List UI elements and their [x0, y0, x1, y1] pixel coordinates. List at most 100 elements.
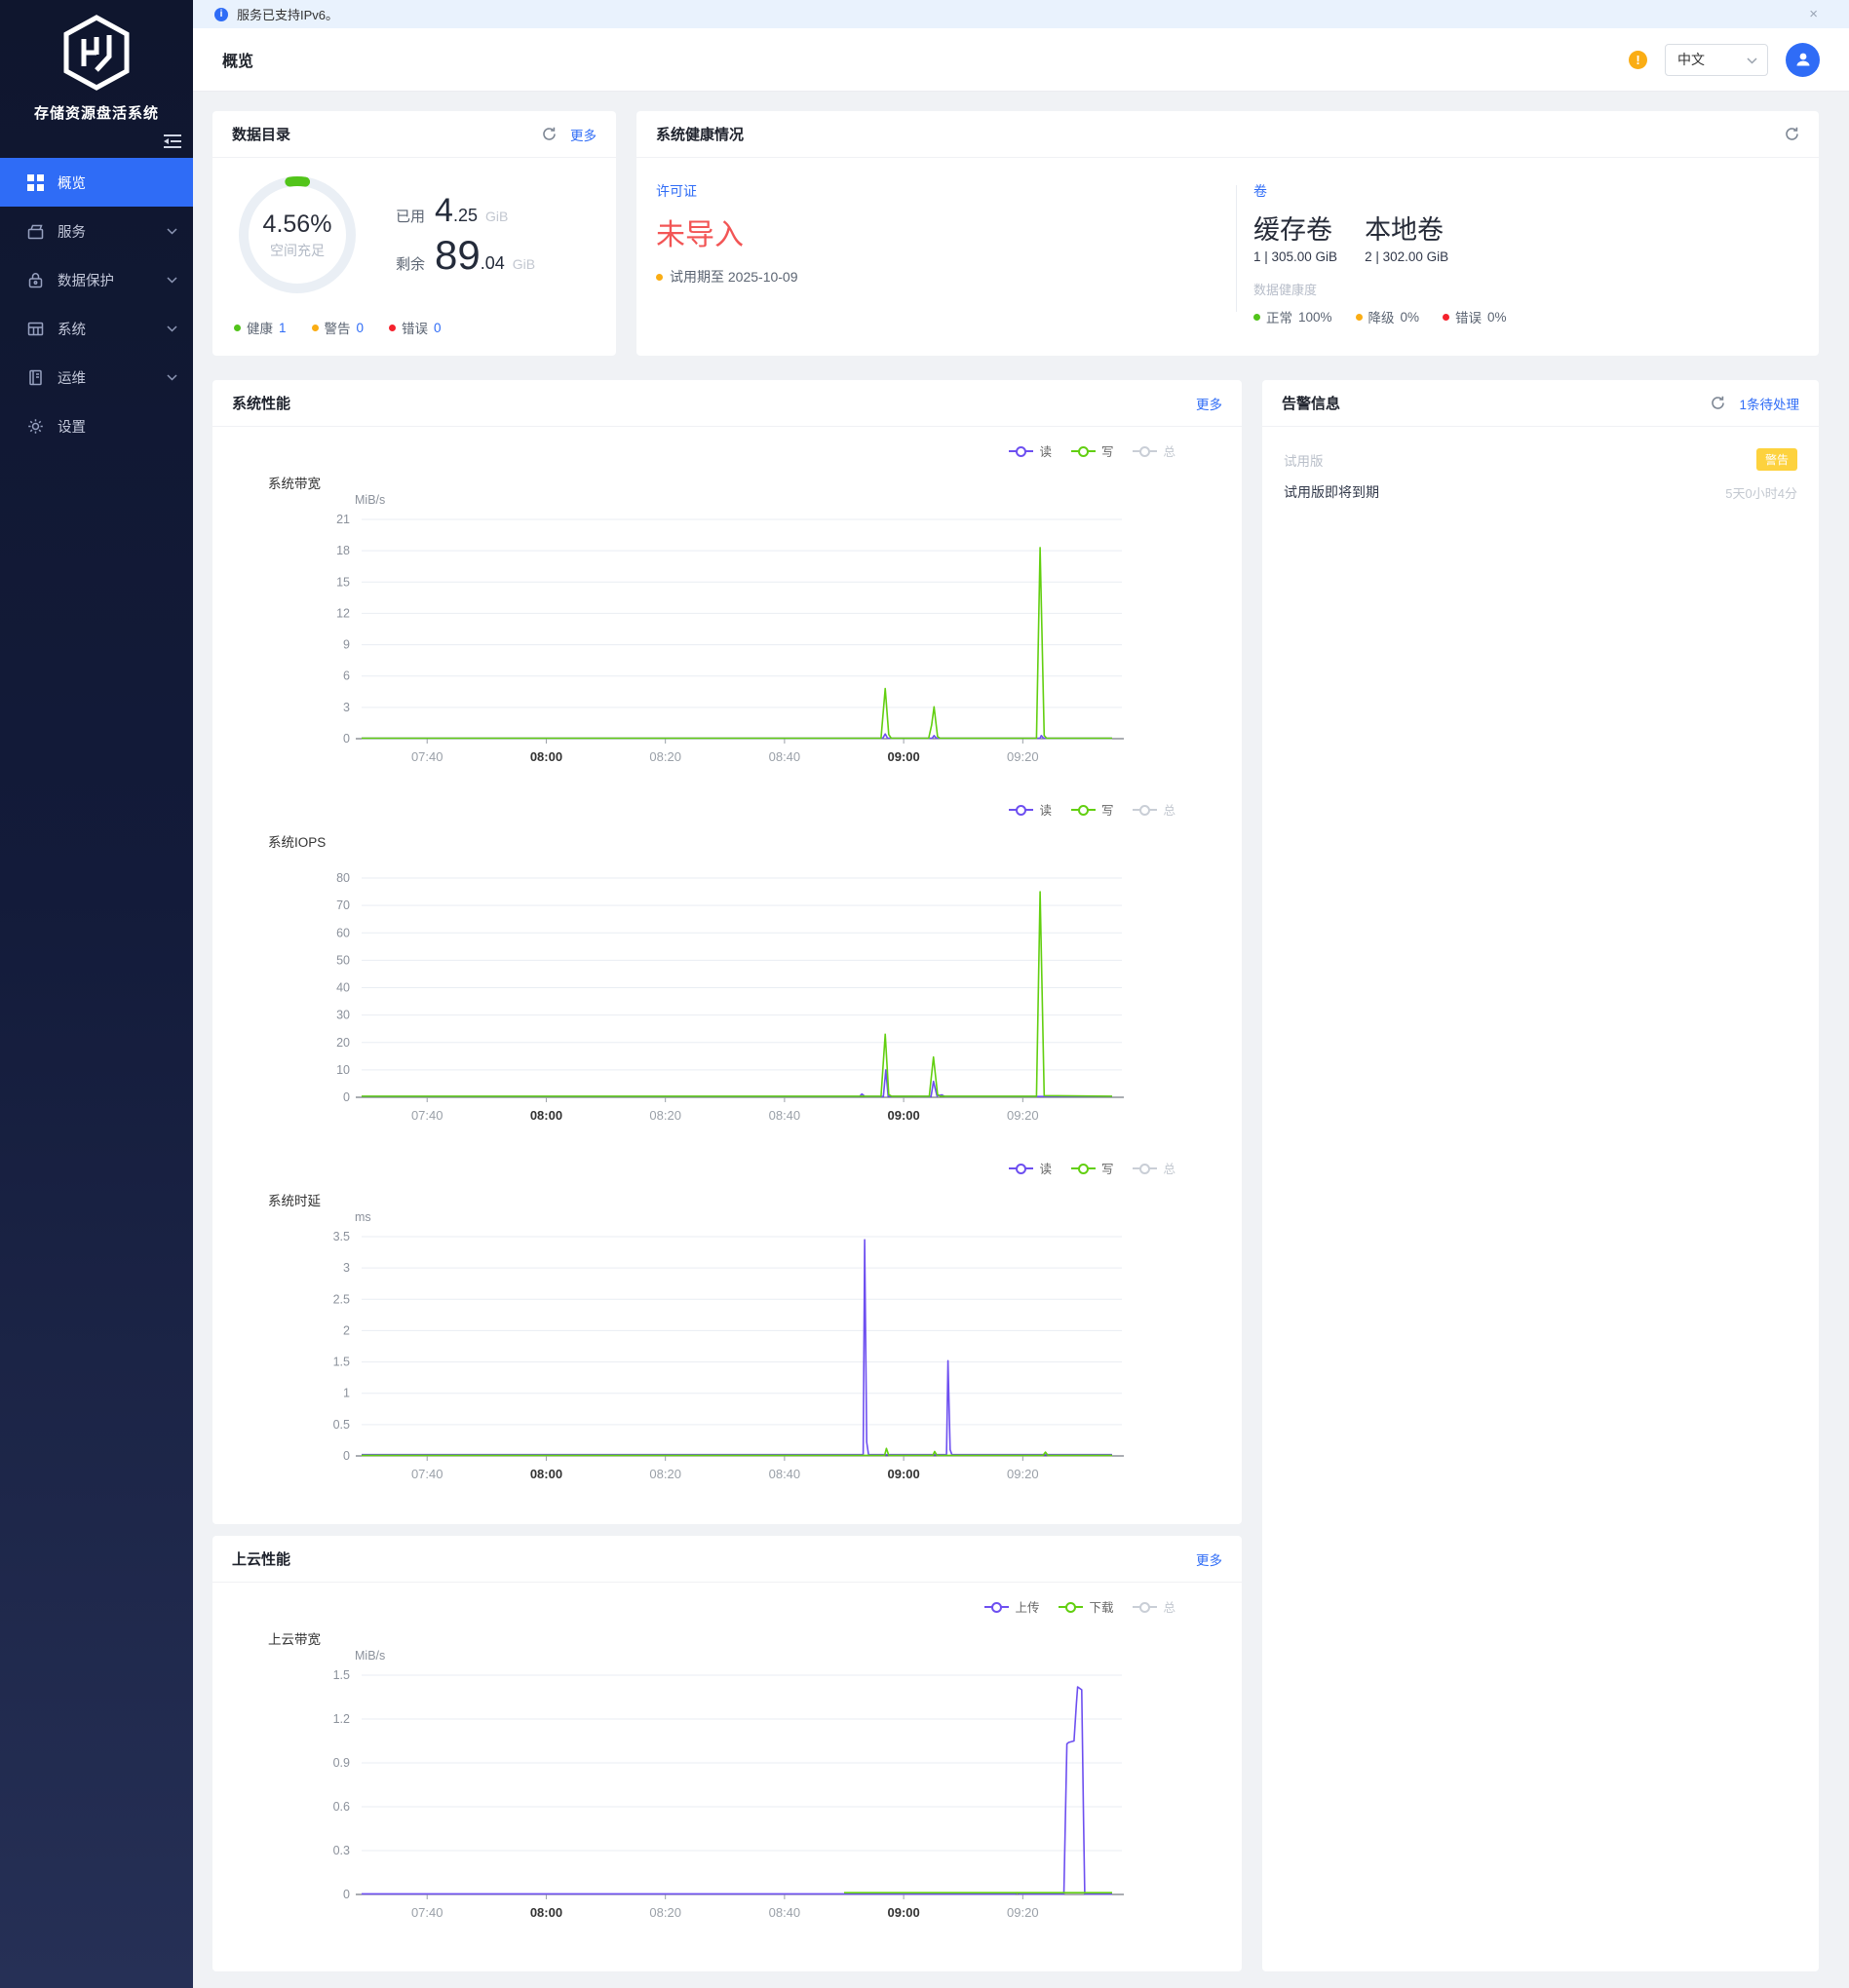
health-normal: 正常100% — [1253, 307, 1332, 326]
alert-time: 5天0小时4分 — [1725, 483, 1797, 502]
svg-text:3: 3 — [343, 701, 350, 714]
chart-title: 系统时延 — [268, 1190, 321, 1209]
sidebar-collapse-icon[interactable] — [164, 134, 181, 153]
logo: 存储资源盘活系统 — [0, 0, 193, 123]
legend-marker-icon — [1133, 1164, 1157, 1173]
svg-text:0.6: 0.6 — [333, 1800, 350, 1814]
warning-icon[interactable]: ! — [1629, 51, 1647, 69]
cloud-performance-title: 上云性能 — [232, 1548, 290, 1569]
legend-marker-icon — [1009, 446, 1033, 456]
svg-text:21: 21 — [336, 513, 350, 526]
legend-marker-icon — [1071, 446, 1096, 456]
refresh-icon[interactable] — [1785, 127, 1799, 141]
svg-text:09:00: 09:00 — [887, 1467, 919, 1481]
sidebar-item-label: 运维 — [58, 367, 86, 388]
system-health-card: 系统健康情况 许可证 未导入 试 — [636, 111, 1819, 356]
sidebar-item-data-protection[interactable]: 数据保护 — [0, 255, 193, 304]
alert-type: 试用版 — [1284, 450, 1324, 470]
refresh-icon[interactable] — [1711, 396, 1725, 410]
system-performance-more-link[interactable]: 更多 — [1196, 394, 1222, 413]
legend-item-总[interactable]: 总 — [1133, 1597, 1175, 1616]
svg-text:MiB/s: MiB/s — [355, 1649, 385, 1663]
legend-item-写[interactable]: 写 — [1071, 800, 1114, 819]
svg-text:0: 0 — [343, 1449, 350, 1463]
svg-text:40: 40 — [336, 981, 350, 995]
sidebar-item-settings[interactable]: 设置 — [0, 401, 193, 450]
legend-item-下载[interactable]: 下载 — [1059, 1597, 1113, 1616]
info-icon: i — [214, 8, 228, 21]
free-space-row: 剩余 89 .04 GiB — [396, 232, 535, 279]
svg-text:07:40: 07:40 — [411, 1467, 443, 1481]
data-catalog-more-link[interactable]: 更多 — [570, 125, 597, 144]
cloud-bandwidth-chart-block: 上传下载总 上云带宽 00.30.60.91.21.507:4008:0008:… — [212, 1583, 1242, 1941]
svg-text:0: 0 — [343, 1090, 350, 1104]
banner-close-icon[interactable]: × — [1809, 7, 1818, 21]
services-box-icon — [27, 223, 44, 240]
cloud-performance-more-link[interactable]: 更多 — [1196, 1549, 1222, 1569]
svg-text:08:40: 08:40 — [769, 1905, 801, 1920]
legend-item-总[interactable]: 总 — [1133, 1159, 1175, 1177]
chart-legend: 读写总 — [1009, 800, 1175, 819]
svg-text:1.2: 1.2 — [333, 1712, 350, 1726]
legend-marker-icon — [1133, 1602, 1157, 1612]
svg-text:08:00: 08:00 — [530, 749, 562, 764]
legend-item-上传[interactable]: 上传 — [984, 1597, 1039, 1616]
status-warning: 警告0 — [312, 318, 365, 337]
svg-text:12: 12 — [336, 606, 350, 620]
cloud-performance-card: 上云性能 更多 上传下载总 上云带宽 00.30.60.91.21.507:40… — [212, 1536, 1242, 1971]
chart-title: 上云带宽 — [268, 1628, 321, 1648]
red-dot — [1443, 314, 1449, 321]
legend-item-总[interactable]: 总 — [1133, 800, 1175, 819]
content: 数据目录 更多 — [193, 92, 1849, 1988]
svg-text:70: 70 — [336, 898, 350, 912]
legend-item-读[interactable]: 读 — [1009, 1159, 1052, 1177]
free-label: 剩余 — [396, 253, 425, 274]
svg-text:07:40: 07:40 — [411, 749, 443, 764]
alerts-pending-link[interactable]: 1条待处理 — [1739, 394, 1799, 413]
legend-marker-icon — [1071, 1164, 1096, 1173]
sidebar-menu: 概览 服务 数据保护 — [0, 158, 193, 450]
language-select[interactable]: 中文 — [1665, 44, 1768, 76]
alert-list-item: 试用版 警告 试用版即将到期 5天0小时4分 — [1262, 427, 1819, 502]
legend-item-读[interactable]: 读 — [1009, 441, 1052, 460]
svg-text:09:00: 09:00 — [887, 749, 919, 764]
legend-item-总[interactable]: 总 — [1133, 441, 1175, 460]
sidebar-item-operations[interactable]: 运维 — [0, 353, 193, 401]
page-title: 概览 — [222, 48, 253, 71]
lock-icon — [27, 272, 44, 288]
system-table-icon — [27, 321, 44, 337]
volume-section: 卷 缓存卷 1 | 305.00 GiB 本地卷 2 | 302.00 GiB — [1237, 181, 1507, 326]
svg-text:1.5: 1.5 — [333, 1356, 350, 1369]
main: i 服务已支持IPv6。 × 概览 ! 中文 — [193, 0, 1849, 1988]
capacity-donut: 4.56% 空间充足 — [234, 172, 361, 298]
svg-text:09:20: 09:20 — [1007, 749, 1039, 764]
sidebar-item-system[interactable]: 系统 — [0, 304, 193, 353]
free-unit: GiB — [513, 256, 535, 272]
capacity-label: 空间充足 — [270, 241, 325, 260]
volume-label: 卷 — [1253, 181, 1507, 201]
legend-item-读[interactable]: 读 — [1009, 800, 1052, 819]
data-catalog-card: 数据目录 更多 — [212, 111, 616, 356]
used-label: 已用 — [396, 206, 425, 226]
legend-item-写[interactable]: 写 — [1071, 1159, 1114, 1177]
svg-text:08:20: 08:20 — [649, 749, 681, 764]
orange-dot — [312, 325, 319, 331]
svg-text:3: 3 — [343, 1261, 350, 1275]
sidebar-item-services[interactable]: 服务 — [0, 207, 193, 255]
user-avatar[interactable] — [1786, 43, 1820, 77]
alert-message: 试用版即将到期 — [1284, 482, 1379, 502]
refresh-icon[interactable] — [542, 127, 557, 141]
legend-marker-icon — [1059, 1602, 1083, 1612]
svg-text:15: 15 — [336, 575, 350, 589]
latency-chart: 00.511.522.533.507:4008:0008:2008:4009:0… — [232, 1198, 1222, 1490]
legend-item-写[interactable]: 写 — [1071, 441, 1114, 460]
legend-marker-icon — [1133, 805, 1157, 815]
green-dot — [234, 325, 241, 331]
sidebar-item-overview[interactable]: 概览 — [0, 158, 193, 207]
orange-dot — [1356, 314, 1363, 321]
svg-text:60: 60 — [336, 926, 350, 939]
banner-text: 服务已支持IPv6。 — [237, 5, 338, 23]
app-title: 存储资源盘活系统 — [0, 102, 193, 123]
orange-dot — [656, 274, 663, 281]
svg-text:0.9: 0.9 — [333, 1756, 350, 1770]
